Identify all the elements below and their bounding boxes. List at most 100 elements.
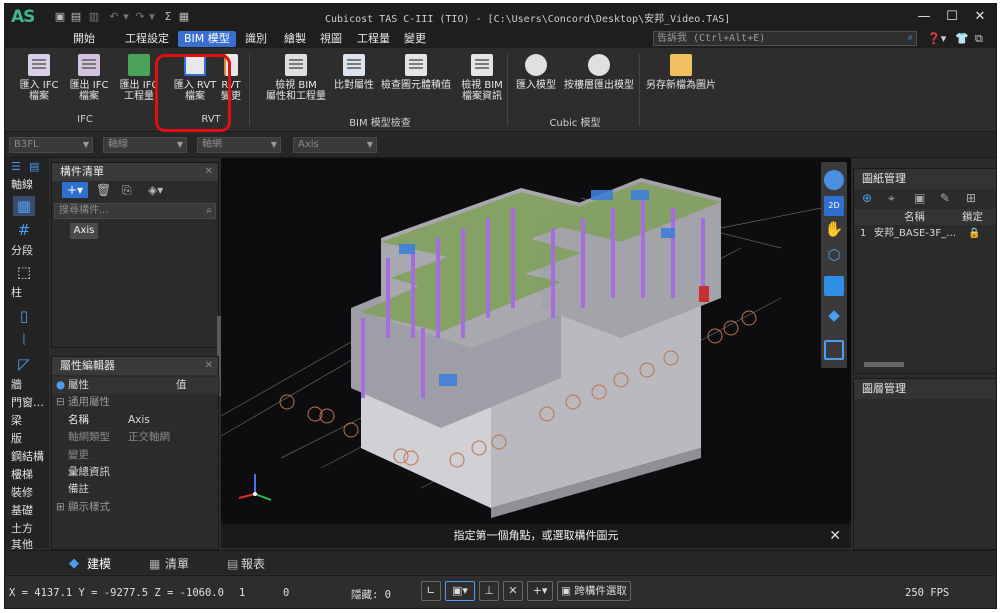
tab-modeling[interactable]: 建模 xyxy=(87,554,111,574)
add-component-icon[interactable]: +▾ xyxy=(62,182,88,198)
axis-hash-icon[interactable]: # xyxy=(13,220,35,240)
list-view-icon[interactable]: ☰ xyxy=(11,160,21,173)
edit-icon[interactable]: ✎ xyxy=(940,191,950,205)
hierarchy-icon[interactable]: ⊥ xyxy=(479,581,499,601)
shirt-icon[interactable]: 👕 xyxy=(955,32,969,45)
nav-beam[interactable]: 梁 xyxy=(5,412,49,430)
property-group-display[interactable]: ⊞ 顯示樣式 xyxy=(52,499,220,517)
close-icon[interactable]: ✕ xyxy=(967,7,993,27)
report-tab-icon[interactable]: ▤ xyxy=(227,554,238,574)
restore-panel-icon[interactable]: ⧉ xyxy=(975,32,983,46)
component-item-axis[interactable]: Axis xyxy=(70,223,98,239)
nav-finish[interactable]: 裝修 xyxy=(5,484,49,502)
tab-view[interactable]: 視圖 xyxy=(314,31,348,47)
ortho-snap-icon[interactable]: ∟ xyxy=(421,581,441,601)
split-icon[interactable]: ⊞ xyxy=(966,191,976,205)
tab-bill[interactable]: 清單 xyxy=(165,554,189,574)
check-volume-button[interactable]: 檢查圖元體積值 xyxy=(379,52,453,112)
redo-dropdown-icon[interactable]: ▾ xyxy=(145,10,159,24)
property-group-general[interactable]: ⊟ 通用屬性 xyxy=(52,394,220,412)
3d-viewport[interactable] xyxy=(221,158,851,548)
tab-draw[interactable]: 繪製 xyxy=(278,31,312,47)
column-shape-icon[interactable]: ◸ xyxy=(13,354,35,374)
collapse-icon[interactable]: ⊟ xyxy=(56,394,65,411)
axis-grid-icon[interactable]: ▦ xyxy=(13,196,35,216)
property-row[interactable]: 彙總資訊 xyxy=(52,464,220,482)
snap-mode-icon[interactable]: ▣▾ xyxy=(445,581,475,601)
expand-icon[interactable]: ⊞ xyxy=(56,499,65,516)
property-row[interactable]: 軸網類型 正交軸網 xyxy=(52,429,220,447)
property-value[interactable]: Axis xyxy=(128,412,150,429)
view-bim-file-info-button[interactable]: 檢視 BIM 檔案資訊 xyxy=(455,52,509,112)
save-icon[interactable]: ▥ xyxy=(87,10,101,24)
tab-project-settings[interactable]: 工程設定 xyxy=(119,31,175,47)
close-icon[interactable]: ✕ xyxy=(205,163,213,181)
lock-icon[interactable]: 🔒 xyxy=(968,225,980,243)
offset-icon[interactable]: +▾ xyxy=(527,581,553,601)
cross-icon[interactable]: ✕ xyxy=(503,581,523,601)
compare-attributes-button[interactable]: 比對屬性 xyxy=(331,52,377,112)
save-as-image-button[interactable]: 另存新檔為圖片 xyxy=(645,52,717,112)
import-model-button[interactable]: 匯入模型 xyxy=(513,52,559,112)
maximize-icon[interactable]: ☐ xyxy=(939,7,965,27)
2d-view-icon[interactable]: 2D xyxy=(824,196,844,216)
layers-icon[interactable]: ◈▾ xyxy=(148,183,163,197)
tab-quantity[interactable]: 工程量 xyxy=(351,31,396,47)
nav-axis[interactable]: 軸線 xyxy=(5,176,49,194)
minimize-icon[interactable]: — xyxy=(911,7,937,27)
property-row[interactable]: 變更 xyxy=(52,447,220,464)
nav-segment[interactable]: 分段 xyxy=(5,242,49,260)
tab-start[interactable]: 開始 xyxy=(67,31,101,47)
property-row[interactable]: 名稱 Axis xyxy=(52,412,220,430)
nav-column[interactable]: 柱 xyxy=(5,284,49,302)
nav-wall[interactable]: 牆 xyxy=(5,376,49,394)
cross-component-select-button[interactable]: ▣ 跨構件選取 xyxy=(557,581,631,601)
undo-dropdown-icon[interactable]: ▾ xyxy=(119,10,133,24)
calculator-icon[interactable]: ▦ xyxy=(177,10,191,24)
nav-door-window[interactable]: 門窗… xyxy=(5,394,49,412)
tell-me-search-input[interactable]: 告訴我 (Ctrl+Alt+E) ⌕ xyxy=(653,31,917,46)
nav-steel[interactable]: 鋼結構 xyxy=(5,448,49,466)
copy-icon[interactable]: ⎘ xyxy=(122,183,132,198)
add-drawing-icon[interactable]: ⊕ xyxy=(862,191,872,205)
drawing-row[interactable]: 1 安邦_BASE-3F_… 🔒 xyxy=(854,225,996,243)
property-value[interactable]: 正交軸網 xyxy=(128,429,170,446)
tab-report[interactable]: 報表 xyxy=(241,554,265,574)
floor-dropdown[interactable]: B3FL ▼ xyxy=(9,137,93,153)
orbit-icon[interactable] xyxy=(824,170,844,190)
view-bim-attributes-button[interactable]: 檢視 BIM 屬性和工程量 xyxy=(263,52,329,112)
page-view-icon[interactable]: ▤ xyxy=(29,160,39,173)
column-link-icon[interactable]: ⦚ xyxy=(13,330,35,350)
tab-bim-model[interactable]: BIM 模型 xyxy=(178,31,236,47)
close-icon[interactable]: ✕ xyxy=(829,524,841,548)
close-icon[interactable]: ✕ xyxy=(205,357,213,375)
segment-icon[interactable]: ⬚ xyxy=(13,262,35,282)
sum-icon[interactable]: Σ xyxy=(161,10,175,24)
column-icon[interactable]: ▯ xyxy=(13,306,35,326)
component-search-input[interactable]: 搜尋構件... ⌕ xyxy=(54,203,216,219)
zoom-extents-icon[interactable] xyxy=(824,340,844,360)
import-ifc-button[interactable]: 匯入 IFC 檔案 xyxy=(13,52,65,112)
cube-view-icon[interactable]: ⬡ xyxy=(824,246,844,266)
nav-slab[interactable]: 版 xyxy=(5,430,49,448)
help-icon[interactable]: ❓▾ xyxy=(927,32,946,45)
box-view-icon[interactable] xyxy=(824,276,844,296)
property-row[interactable]: 備註 xyxy=(52,481,220,499)
new-file-icon[interactable]: ▣ xyxy=(53,10,67,24)
layer-stack-icon[interactable]: ◆ xyxy=(824,306,844,326)
component-dropdown[interactable]: Axis ▼ xyxy=(293,137,377,153)
list-tab-icon[interactable]: ▦ xyxy=(149,554,160,574)
type-dropdown[interactable]: 軸網 ▼ xyxy=(197,137,281,153)
export-by-floor-button[interactable]: 按樓層匯出模型 xyxy=(561,52,637,112)
model-tab-icon[interactable]: ◆ xyxy=(69,554,79,574)
export-ifc-button[interactable]: 匯出 IFC 檔案 xyxy=(63,52,115,112)
open-folder-icon[interactable]: ▤ xyxy=(69,10,83,24)
delete-icon[interactable]: 🗑 xyxy=(96,183,111,197)
tab-change[interactable]: 變更 xyxy=(398,31,432,47)
target-icon[interactable]: ⌖ xyxy=(888,191,895,206)
horizontal-scrollbar[interactable] xyxy=(864,362,904,367)
nav-stairs[interactable]: 樓梯 xyxy=(5,466,49,484)
tab-identify[interactable]: 識別 xyxy=(239,31,273,47)
category-dropdown[interactable]: 軸線 ▼ xyxy=(103,137,187,153)
frame-icon[interactable]: ▣ xyxy=(914,191,925,205)
